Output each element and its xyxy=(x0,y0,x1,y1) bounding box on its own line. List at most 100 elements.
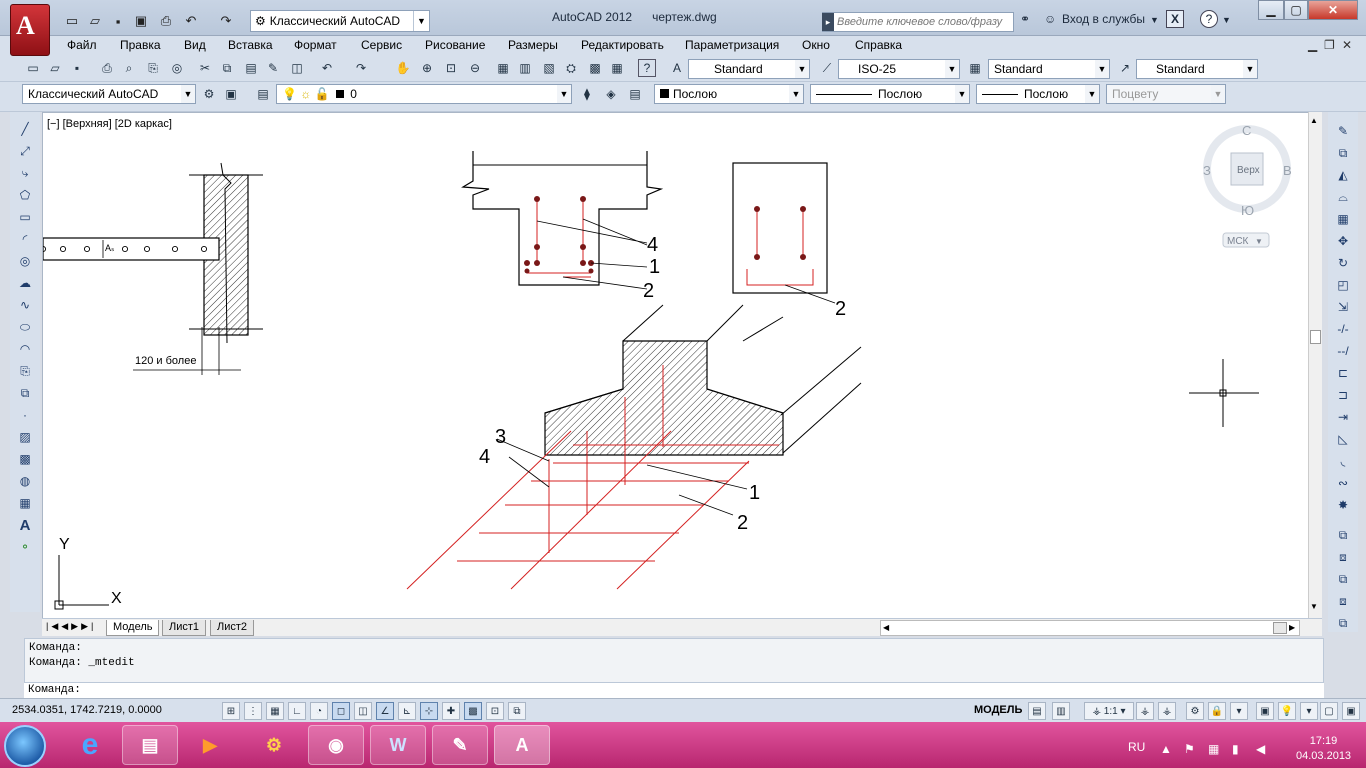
text-style-combo[interactable]: Standard ▼ xyxy=(688,59,810,79)
clean-screen-icon[interactable]: ▢ xyxy=(1320,702,1338,720)
layer-combo[interactable]: 💡 ☼ 🔓 0 ▼ xyxy=(276,84,572,104)
media-player-icon[interactable]: ▶ xyxy=(182,725,238,765)
table-icon[interactable]: ▦ xyxy=(16,494,34,512)
copy-icon[interactable]: ⧉ xyxy=(218,59,236,77)
hardware-acceleration-icon[interactable]: ▣ xyxy=(1256,702,1274,720)
workspace-settings-icon[interactable]: ⚙ xyxy=(200,85,218,103)
clock[interactable]: 17:19 04.03.2013 xyxy=(1296,734,1351,764)
blend-curves-icon[interactable]: ∾ xyxy=(1334,474,1352,492)
minimize-button[interactable]: ▁ xyxy=(1258,0,1284,20)
multiline-text-icon[interactable]: A xyxy=(16,516,34,534)
calculator-icon[interactable]: ▦ xyxy=(608,59,626,77)
dynamic-ucs-icon[interactable]: ⊾ xyxy=(398,702,416,720)
viewcube-west[interactable]: З xyxy=(1203,163,1211,178)
transparency-icon[interactable]: ▩ xyxy=(464,702,482,720)
trim-icon[interactable]: -/- xyxy=(1334,320,1352,338)
linetype-combo[interactable]: Послою ▼ xyxy=(810,84,970,104)
line-icon[interactable]: ╱ xyxy=(16,120,34,138)
offset-icon[interactable]: ⌓ xyxy=(1334,188,1352,206)
status-menu-icon[interactable]: ▾ xyxy=(1230,702,1248,720)
extend-icon[interactable]: --/ xyxy=(1334,342,1352,360)
scale-icon[interactable]: ◰ xyxy=(1334,276,1352,294)
volume-icon[interactable]: ◀ xyxy=(1256,742,1265,756)
chamfer-icon[interactable]: ◺ xyxy=(1334,430,1352,448)
array-icon[interactable]: ▦ xyxy=(1334,210,1352,228)
annotation-scale[interactable]: ⚶ 1:1 ▾ xyxy=(1084,702,1134,720)
annotation-visibility-icon[interactable]: ⚶ xyxy=(1136,702,1154,720)
redo-icon[interactable]: ↷ xyxy=(352,59,370,77)
workspace-switching-icon[interactable]: ⚙ xyxy=(1186,702,1204,720)
plot-icon[interactable]: ⎙ xyxy=(98,59,116,77)
isolate-objects-icon[interactable]: 💡 xyxy=(1278,702,1296,720)
undo-icon[interactable]: ↶ xyxy=(318,59,336,77)
login-link[interactable]: Вход в службы xyxy=(1062,12,1145,26)
quick-properties-icon[interactable]: ⊡ xyxy=(486,702,504,720)
layer-state-icon[interactable]: ▤ xyxy=(626,85,644,103)
menu-dimension[interactable]: Размеры xyxy=(508,38,558,52)
word-icon[interactable]: W xyxy=(370,725,426,765)
preview-icon[interactable]: ⌕ xyxy=(120,59,138,77)
search-input[interactable]: Введите ключевое слово/фразу xyxy=(822,12,1014,32)
revision-cloud-icon[interactable]: ☁ xyxy=(16,274,34,292)
help-icon[interactable]: ? xyxy=(638,59,656,77)
close-button[interactable]: ✕ xyxy=(1308,0,1358,20)
region-icon[interactable]: ◍ xyxy=(16,472,34,490)
design-center-icon[interactable]: ▥ xyxy=(516,59,534,77)
move-icon[interactable]: ✥ xyxy=(1334,232,1352,250)
viewcube-south[interactable]: Ю xyxy=(1241,203,1254,218)
scroll-up-icon[interactable]: ▲ xyxy=(1310,116,1318,125)
properties-icon[interactable]: ▦ xyxy=(494,59,512,77)
viewcube-north[interactable]: С xyxy=(1242,123,1251,138)
draw-order-front-icon[interactable]: ⧉ xyxy=(1334,526,1352,544)
zoom-realtime-icon[interactable]: ⊕ xyxy=(418,59,436,77)
make-block-icon[interactable]: ⧉ xyxy=(16,384,34,402)
power-icon[interactable]: ▮ xyxy=(1232,742,1239,756)
maximize-button[interactable]: ▢ xyxy=(1284,0,1308,20)
menu-view[interactable]: Вид xyxy=(184,38,206,52)
chevron-down-icon[interactable]: ▼ xyxy=(1150,15,1159,25)
3d-object-snap-icon[interactable]: ◫ xyxy=(354,702,372,720)
mleader-style-combo[interactable]: Standard ▼ xyxy=(1136,59,1258,79)
coordinate-readout[interactable]: 2534.0351, 1742.7219, 0.0000 xyxy=(12,704,162,716)
menu-parametric[interactable]: Параметризация xyxy=(685,38,779,52)
autocad-taskbar-icon[interactable]: A xyxy=(494,725,550,765)
object-snap-tracking-icon[interactable]: ∠ xyxy=(376,702,394,720)
help-button[interactable]: ? xyxy=(1200,10,1218,28)
grid-display-icon[interactable]: ▦ xyxy=(266,702,284,720)
tab-layout2[interactable]: Лист2 xyxy=(210,620,255,636)
menu-tools[interactable]: Сервис xyxy=(361,38,402,52)
command-input[interactable]: Команда: xyxy=(24,682,1324,698)
menu-edit[interactable]: Правка xyxy=(120,38,161,52)
construction-line-icon[interactable]: ⤢ xyxy=(16,142,34,160)
cut-icon[interactable]: ✂ xyxy=(196,59,214,77)
arc-icon[interactable]: ◜ xyxy=(16,230,34,248)
scroll-left-icon[interactable]: ◀ xyxy=(883,623,889,632)
stretch-icon[interactable]: ⇲ xyxy=(1334,298,1352,316)
action-center-icon[interactable]: ⚑ xyxy=(1184,742,1195,756)
insert-block-icon[interactable]: ⎘ xyxy=(16,362,34,380)
spline-icon[interactable]: ∿ xyxy=(16,296,34,314)
pan-icon[interactable]: ✋ xyxy=(394,59,412,77)
doc-close-icon[interactable]: ✕ xyxy=(1342,38,1352,52)
quick-view-layouts-icon[interactable]: ▤ xyxy=(1028,702,1046,720)
clean-screen-icon[interactable]: ▣ xyxy=(222,85,240,103)
network-icon[interactable]: ▦ xyxy=(1208,742,1219,756)
new-icon[interactable]: ▭ xyxy=(24,59,42,77)
exchange-icon[interactable]: X xyxy=(1166,10,1184,28)
layer-manager-icon[interactable]: ▤ xyxy=(254,85,272,103)
scroll-thumb[interactable] xyxy=(1310,330,1321,344)
doc-minimize-icon[interactable]: ▁ xyxy=(1308,38,1317,52)
add-selected-icon[interactable]: ⚬ xyxy=(16,538,34,556)
viewcube-east[interactable]: В xyxy=(1283,163,1292,178)
new-file-icon[interactable]: ▭ xyxy=(62,11,82,31)
scroll-down-icon[interactable]: ▼ xyxy=(1310,602,1318,611)
viewcube[interactable]: Верх С Ю З В МСК ▼ xyxy=(1203,123,1292,248)
menu-insert[interactable]: Вставка xyxy=(228,38,273,52)
doc-restore-icon[interactable]: ❐ xyxy=(1324,38,1335,52)
ortho-mode-icon[interactable]: ∟ xyxy=(288,702,306,720)
menu-modify[interactable]: Редактировать xyxy=(581,38,664,52)
paste-icon[interactable]: ▤ xyxy=(242,59,260,77)
redo-icon[interactable]: ↷ xyxy=(216,11,236,31)
undo-icon[interactable]: ↶ xyxy=(181,11,201,31)
tab-layout1[interactable]: Лист1 xyxy=(162,620,207,636)
